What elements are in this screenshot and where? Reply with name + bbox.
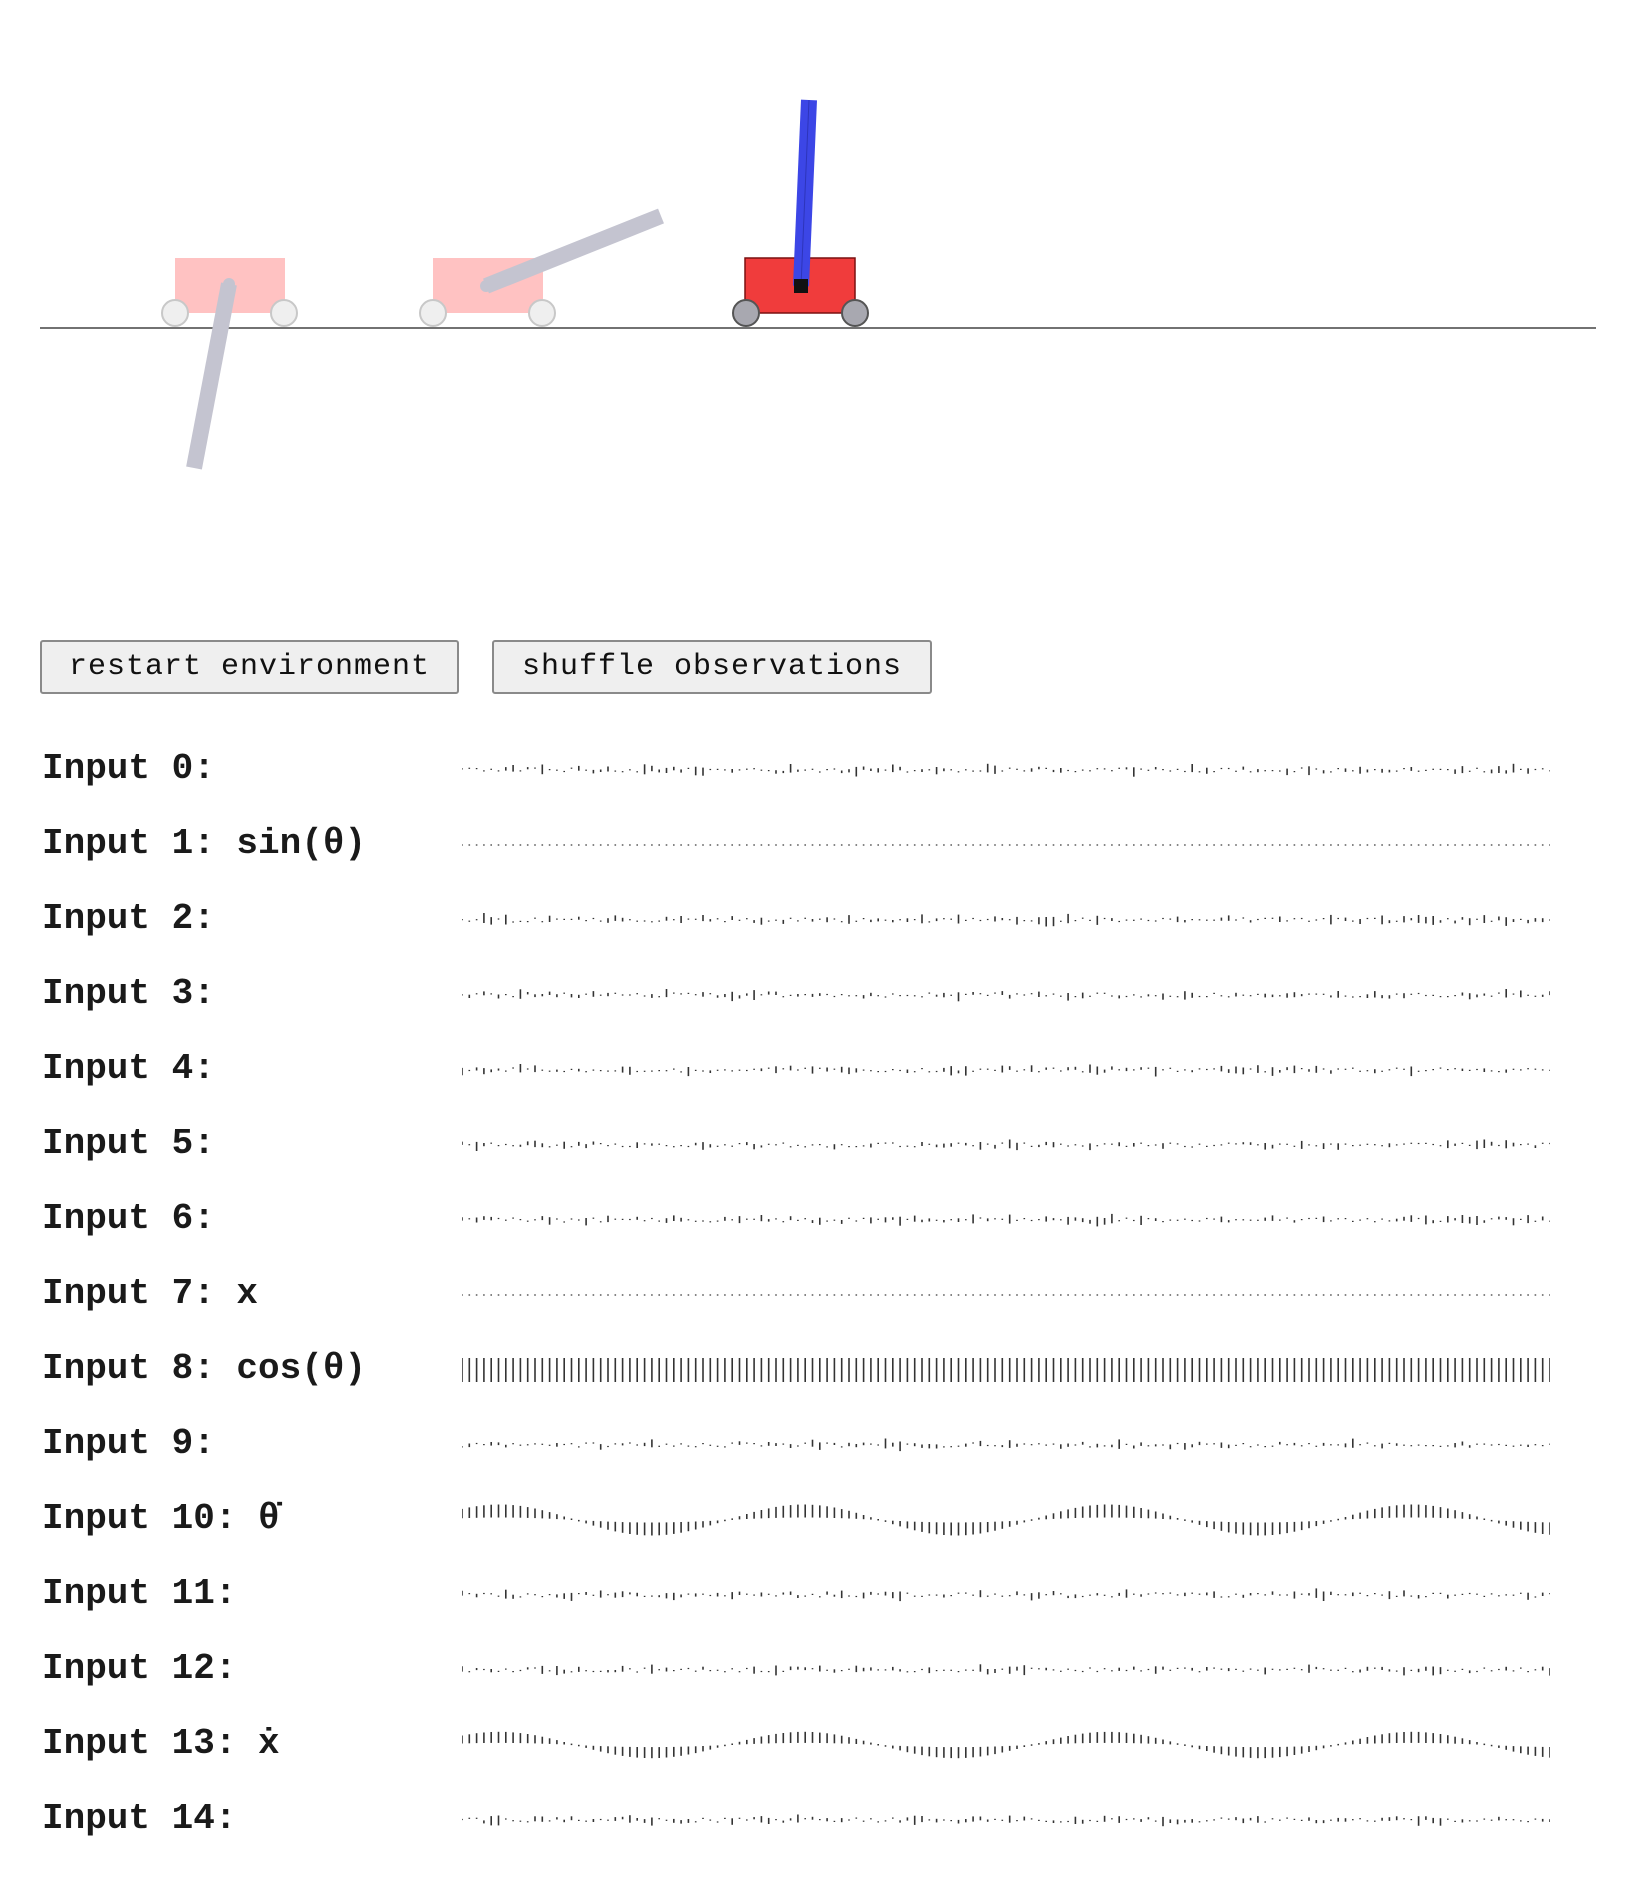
observation-row-2: Input 2: <box>0 890 1628 965</box>
observation-strip-9 <box>462 1438 1550 1452</box>
observation-row-7: Input 7: x <box>0 1265 1628 1340</box>
cartpole-scene <box>40 99 1596 470</box>
observation-strip-12 <box>462 1664 1550 1676</box>
observation-row-8: Input 8: cos(θ) <box>0 1340 1628 1415</box>
observation-row-1: Input 1: sin(θ) <box>0 815 1628 890</box>
observation-label-5: Input 5: <box>42 1123 215 1164</box>
observation-label-4: Input 4: <box>42 1048 215 1089</box>
active-cart-hinge <box>794 279 808 293</box>
observation-strip-0 <box>462 763 1550 777</box>
observation-label-0: Input 0: <box>42 748 215 789</box>
observation-row-13: Input 13: ẋ <box>0 1715 1628 1790</box>
observation-label-6: Input 6: <box>42 1198 215 1239</box>
observation-strip-13 <box>462 1731 1550 1759</box>
ghost-cart-1-wheel-right <box>270 299 298 327</box>
ghost-cart-2-hinge <box>480 280 492 292</box>
active-cart-wheel-left <box>732 299 760 327</box>
restart-environment-button[interactable]: restart environment <box>40 640 459 694</box>
observation-row-0: Input 0: <box>0 740 1628 815</box>
ghost-cart-2-pole <box>483 208 664 294</box>
observation-label-12: Input 12: <box>42 1648 237 1689</box>
ghost-cart-2-wheel-right <box>528 299 556 327</box>
observation-row-10: Input 10: θ̇ <box>0 1490 1628 1565</box>
ghost-cart-1-wheel-left <box>161 299 189 327</box>
observation-strip-11 <box>462 1588 1550 1602</box>
observation-label-11: Input 11: <box>42 1573 237 1614</box>
observation-strip-6 <box>462 1213 1550 1227</box>
observation-label-1: Input 1: sin(θ) <box>42 823 367 864</box>
observation-row-11: Input 11: <box>0 1565 1628 1640</box>
observation-strip-8 <box>462 1358 1550 1382</box>
observation-label-10: Input 10: θ̇ <box>42 1498 280 1539</box>
observation-strip-5 <box>462 1139 1550 1151</box>
observation-row-6: Input 6: <box>0 1190 1628 1265</box>
observation-strip-2 <box>462 913 1550 927</box>
observation-strip-7 <box>462 1294 1550 1296</box>
observation-row-12: Input 12: <box>0 1640 1628 1715</box>
observation-strip-3 <box>462 989 1550 1002</box>
ghost-cart-2-wheel-left <box>419 299 447 327</box>
observation-label-9: Input 9: <box>42 1423 215 1464</box>
observation-label-14: Input 14: <box>42 1798 237 1839</box>
active-cart-wheel-right <box>841 299 869 327</box>
shuffle-observations-button[interactable]: shuffle observations <box>492 640 932 694</box>
observation-label-7: Input 7: x <box>42 1273 259 1314</box>
observation-label-8: Input 8: cos(θ) <box>42 1348 367 1389</box>
observation-row-5: Input 5: <box>0 1115 1628 1190</box>
observation-strip-4 <box>462 1064 1550 1077</box>
active-cart <box>732 99 869 327</box>
observation-label-3: Input 3: <box>42 973 215 1014</box>
observation-strip-14 <box>462 1814 1550 1827</box>
observation-strip-10 <box>462 1504 1550 1536</box>
observation-row-14: Input 14: <box>0 1790 1628 1865</box>
ghost-cart-1-hinge <box>223 278 235 290</box>
observation-row-9: Input 9: <box>0 1415 1628 1490</box>
observation-row-4: Input 4: <box>0 1040 1628 1115</box>
observation-label-2: Input 2: <box>42 898 215 939</box>
ghost-cart-2 <box>419 208 664 327</box>
observation-label-13: Input 13: ẋ <box>42 1723 280 1764</box>
ghost-cart-1 <box>161 258 298 470</box>
observation-strip-1 <box>462 844 1550 846</box>
observation-row-3: Input 3: <box>0 965 1628 1040</box>
